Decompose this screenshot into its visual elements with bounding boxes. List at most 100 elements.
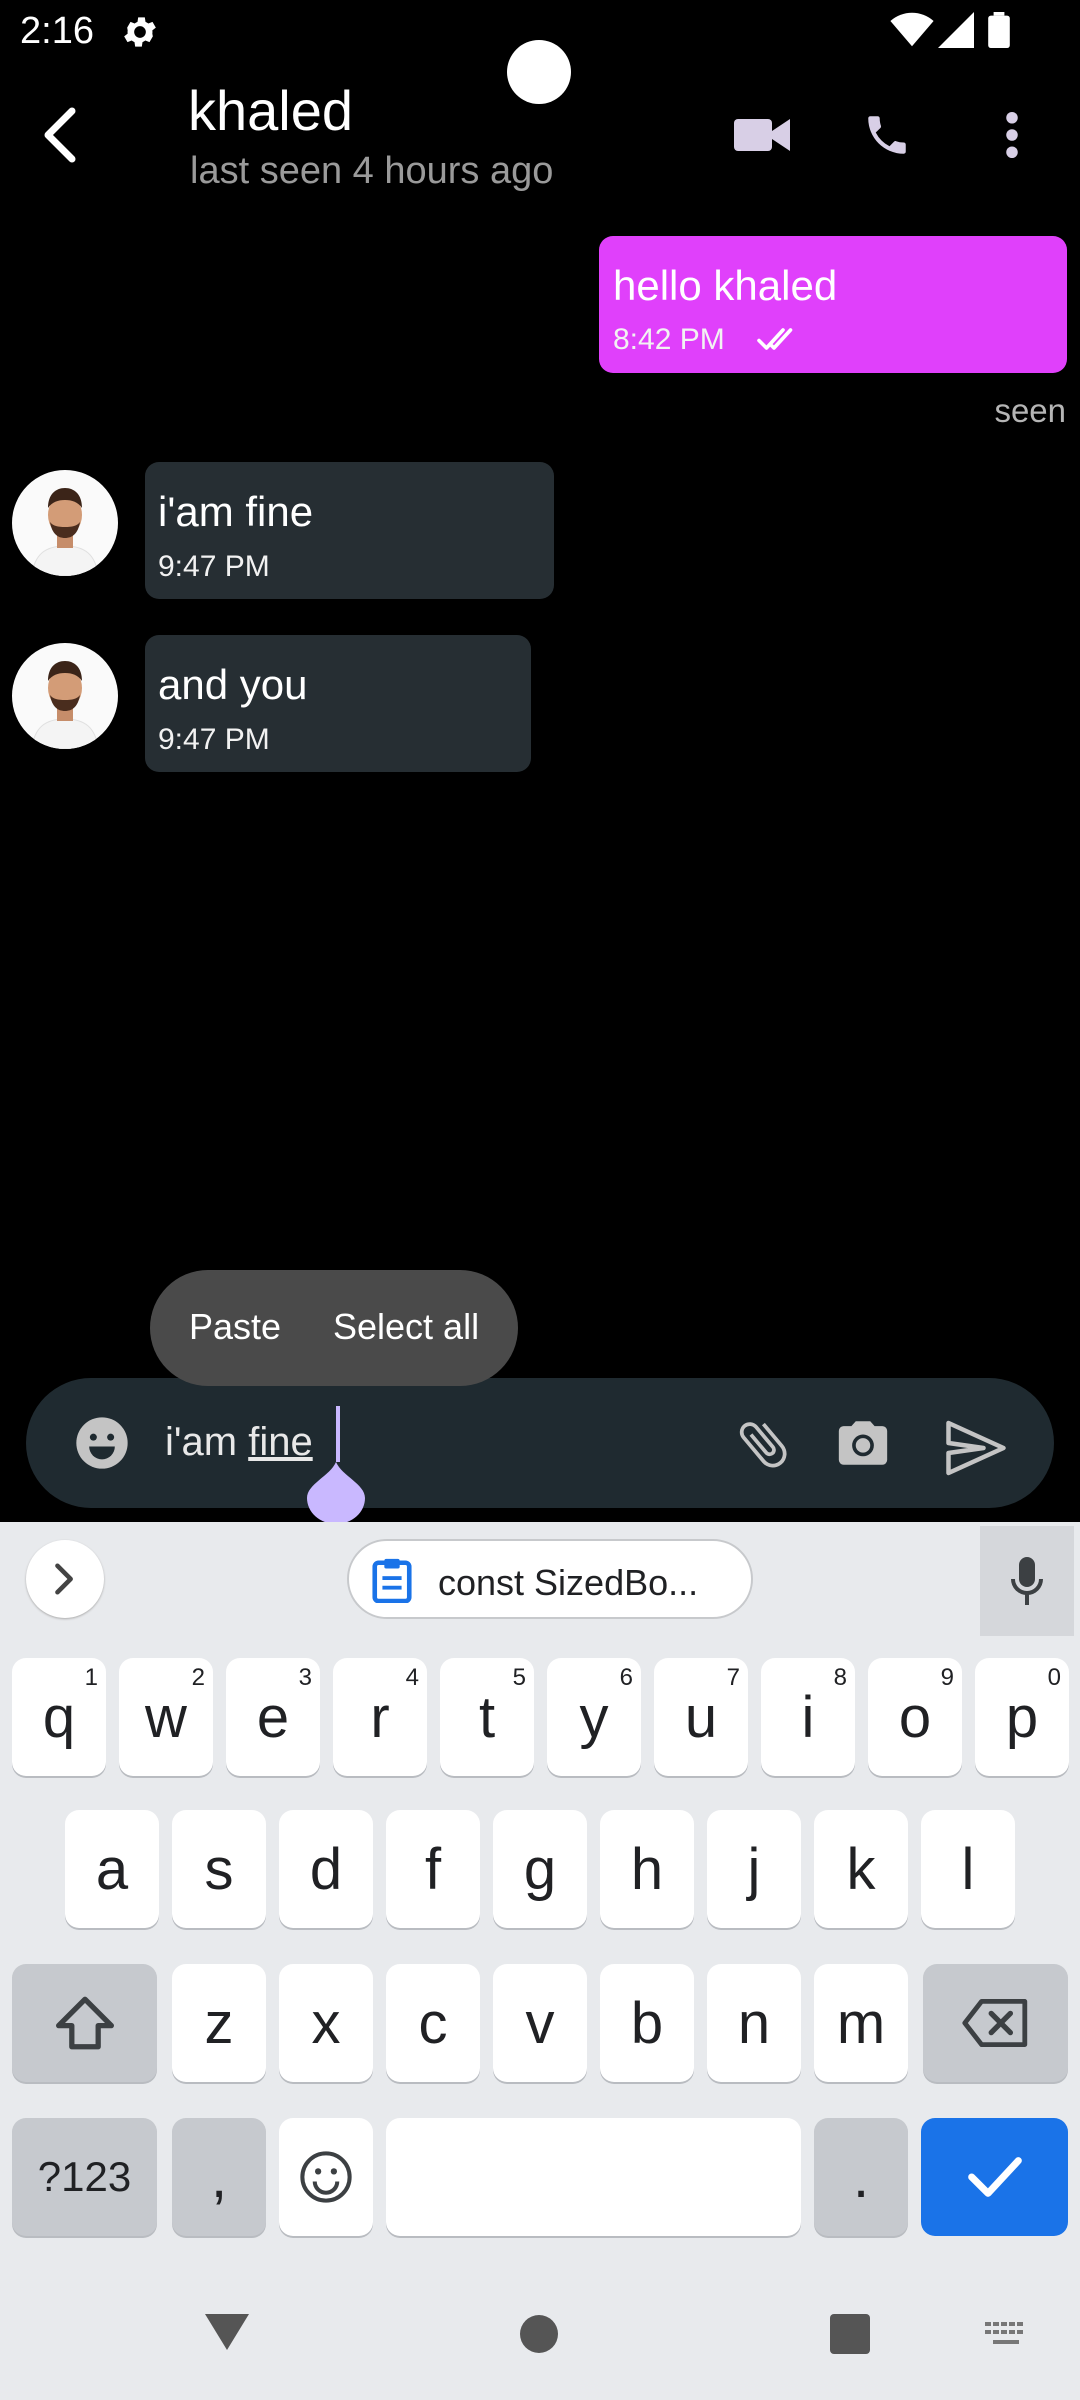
key-j[interactable]: j [707, 1810, 801, 1928]
key-hint: 9 [940, 1664, 954, 1691]
message-input[interactable]: i'am fine [165, 1420, 313, 1465]
backspace-icon [961, 1999, 1027, 2047]
emoji-icon [76, 1417, 128, 1469]
message-text: i'am fine [158, 488, 314, 535]
key-b[interactable]: b [600, 1964, 694, 2082]
status-time: 2:16 [20, 10, 94, 52]
voice-input-button[interactable] [980, 1526, 1074, 1636]
paperclip-icon [739, 1422, 787, 1468]
keyboard-icon [985, 2322, 1023, 2344]
key-u[interactable]: u7 [654, 1658, 748, 1776]
enter-key[interactable] [921, 2118, 1068, 2236]
phone-icon [868, 116, 906, 154]
wifi-icon [890, 12, 934, 53]
chevron-right-icon [55, 1563, 73, 1595]
backspace-key[interactable] [923, 1964, 1068, 2082]
key-label: u [684, 1684, 718, 1750]
key-c[interactable]: c [386, 1964, 480, 2082]
key-label: q [42, 1684, 76, 1750]
symbols-key[interactable]: ?123 [12, 2118, 157, 2236]
video-camera-icon [734, 119, 790, 151]
period-key[interactable]: . [814, 2118, 908, 2236]
key-label: w [145, 1684, 187, 1750]
nav-recents-button[interactable] [830, 2314, 870, 2359]
avatar[interactable] [12, 470, 118, 576]
cursor-handle[interactable] [307, 1462, 365, 1529]
key-d[interactable]: d [279, 1810, 373, 1928]
clipboard-suggestion-text: const SizedBo... [438, 1562, 699, 1603]
key-n[interactable]: n [707, 1964, 801, 2082]
triangle-down-icon [205, 2314, 249, 2350]
key-a[interactable]: a [65, 1810, 159, 1928]
key-l[interactable]: l [921, 1810, 1015, 1928]
comma-key[interactable]: , [172, 2118, 266, 2236]
key-s[interactable]: s [172, 1810, 266, 1928]
key-t[interactable]: t5 [440, 1658, 534, 1776]
keyboard-switch-button[interactable] [985, 2322, 1027, 2353]
key-e[interactable]: e3 [226, 1658, 320, 1776]
key-label: o [898, 1684, 932, 1750]
input-composing-word: fine [248, 1420, 313, 1464]
contact-name[interactable]: khaled [188, 78, 353, 143]
emoji-icon [300, 2151, 352, 2203]
key-r[interactable]: r4 [333, 1658, 427, 1776]
double-check-icon [757, 324, 803, 359]
key-hint: 3 [298, 1664, 312, 1691]
home-circle-icon [520, 2315, 558, 2353]
key-label: p [1005, 1684, 1039, 1750]
key-hint: 1 [84, 1664, 98, 1691]
text-cursor [336, 1406, 340, 1462]
emoji-button[interactable] [74, 1415, 130, 1476]
message-time: 9:47 PM [158, 550, 270, 583]
nav-back-button[interactable] [203, 2312, 251, 2357]
avatar[interactable] [12, 643, 118, 749]
key-v[interactable]: v [493, 1964, 587, 2082]
key-hint: 8 [833, 1664, 847, 1691]
camera-button[interactable] [834, 1414, 892, 1477]
video-call-button[interactable] [732, 105, 792, 165]
contact-last-seen: last seen 4 hours ago [190, 150, 554, 192]
key-hint: 0 [1047, 1664, 1061, 1691]
key-w[interactable]: w2 [119, 1658, 213, 1776]
message-time: 8:42 PM [613, 323, 725, 356]
key-q[interactable]: q1 [12, 1658, 106, 1776]
key-z[interactable]: z [172, 1964, 266, 2082]
emoji-key[interactable] [279, 2118, 373, 2236]
back-arrow-icon [44, 107, 76, 163]
key-y[interactable]: y6 [547, 1658, 641, 1776]
more-options-button[interactable] [982, 105, 1042, 165]
person-avatar-icon [31, 661, 99, 749]
key-hint: 5 [512, 1664, 526, 1691]
battery-icon [988, 12, 1010, 53]
key-label: r [370, 1684, 390, 1750]
keyboard [0, 1522, 1080, 2400]
key-m[interactable]: m [814, 1964, 908, 2082]
shift-icon [55, 1996, 114, 2050]
key-o[interactable]: o9 [868, 1658, 962, 1776]
input-text-prefix: i'am [165, 1420, 249, 1464]
key-x[interactable]: x [279, 1964, 373, 2082]
space-key[interactable] [386, 2118, 801, 2236]
select-all-menu-item[interactable]: Select all [333, 1306, 479, 1348]
microphone-icon [1011, 1557, 1043, 1605]
key-f[interactable]: f [386, 1810, 480, 1928]
paste-menu-item[interactable]: Paste [189, 1306, 281, 1348]
key-k[interactable]: k [814, 1810, 908, 1928]
keyboard-expand-button[interactable] [26, 1540, 104, 1618]
nav-home-button[interactable] [519, 2314, 559, 2359]
key-i[interactable]: i8 [761, 1658, 855, 1776]
key-g[interactable]: g [493, 1810, 587, 1928]
voice-call-button[interactable] [857, 105, 917, 165]
key-label: t [478, 1684, 496, 1750]
send-button[interactable] [946, 1420, 1006, 1481]
attach-button[interactable] [733, 1414, 793, 1479]
key-label: y [579, 1684, 609, 1750]
key-p[interactable]: p0 [975, 1658, 1069, 1776]
key-hint: 4 [405, 1664, 419, 1691]
key-h[interactable]: h [600, 1810, 694, 1928]
key-hint: 6 [619, 1664, 633, 1691]
back-button[interactable] [30, 100, 90, 170]
message-time: 9:47 PM [158, 723, 270, 756]
shift-key[interactable] [12, 1964, 157, 2082]
camera-icon [838, 1421, 888, 1465]
